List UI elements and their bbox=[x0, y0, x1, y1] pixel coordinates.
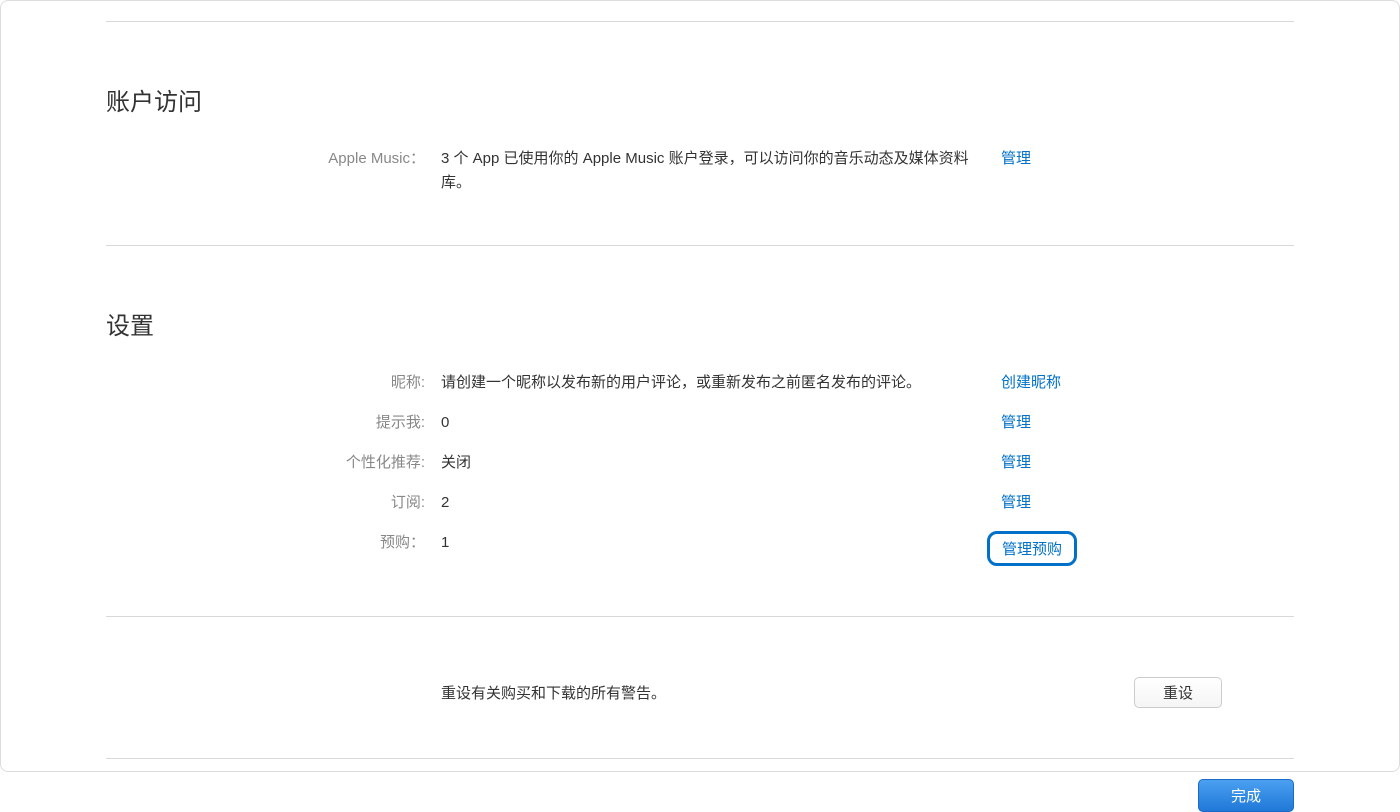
apple-music-label: Apple Music： bbox=[106, 147, 441, 171]
personalized-value: 关闭 bbox=[441, 451, 1001, 475]
done-row: 完成 bbox=[106, 759, 1294, 812]
reset-row: 重设有关购买和下载的所有警告。 重设 bbox=[106, 617, 1294, 758]
preorder-label: 预购： bbox=[106, 531, 441, 555]
nickname-desc: 请创建一个昵称以发布新的用户评论，或重新发布之前匿名发布的评论。 bbox=[441, 371, 1001, 395]
apple-music-row: Apple Music： 3 个 App 已使用你的 Apple Music 账… bbox=[106, 147, 1294, 195]
nickname-row: 昵称: 请创建一个昵称以发布新的用户评论，或重新发布之前匿名发布的评论。 创建昵… bbox=[106, 371, 1294, 401]
preorder-manage-link[interactable]: 管理预购 bbox=[1002, 541, 1062, 558]
settings-section: 设置 昵称: 请创建一个昵称以发布新的用户评论，或重新发布之前匿名发布的评论。 … bbox=[106, 246, 1294, 566]
personalized-manage-link[interactable]: 管理 bbox=[1001, 454, 1031, 471]
subscription-manage-link[interactable]: 管理 bbox=[1001, 494, 1031, 511]
nickname-label: 昵称: bbox=[106, 371, 441, 395]
subscription-row: 订阅: 2 管理 bbox=[106, 491, 1294, 521]
reset-text: 重设有关购买和下载的所有警告。 bbox=[441, 682, 1134, 703]
subscription-value: 2 bbox=[441, 491, 1001, 515]
subscription-label: 订阅: bbox=[106, 491, 441, 515]
remind-me-row: 提示我: 0 管理 bbox=[106, 411, 1294, 441]
personalized-label: 个性化推荐: bbox=[106, 451, 441, 475]
remind-me-value: 0 bbox=[441, 411, 1001, 435]
settings-title: 设置 bbox=[106, 306, 1294, 341]
preorder-highlight: 管理预购 bbox=[987, 531, 1077, 566]
apple-music-manage-link[interactable]: 管理 bbox=[1001, 150, 1031, 167]
remind-me-manage-link[interactable]: 管理 bbox=[1001, 414, 1031, 431]
reset-button[interactable]: 重设 bbox=[1134, 677, 1222, 708]
remind-me-label: 提示我: bbox=[106, 411, 441, 435]
create-nickname-link[interactable]: 创建昵称 bbox=[1001, 374, 1061, 391]
apple-music-desc: 3 个 App 已使用你的 Apple Music 账户登录，可以访问你的音乐动… bbox=[441, 147, 1001, 195]
personalized-row: 个性化推荐: 关闭 管理 bbox=[106, 451, 1294, 481]
preorder-row: 预购： 1 管理预购 bbox=[106, 531, 1294, 566]
done-button[interactable]: 完成 bbox=[1198, 779, 1294, 812]
account-access-section: 账户访问 Apple Music： 3 个 App 已使用你的 Apple Mu… bbox=[106, 22, 1294, 195]
preorder-value: 1 bbox=[441, 531, 1001, 555]
account-access-title: 账户访问 bbox=[106, 82, 1294, 117]
